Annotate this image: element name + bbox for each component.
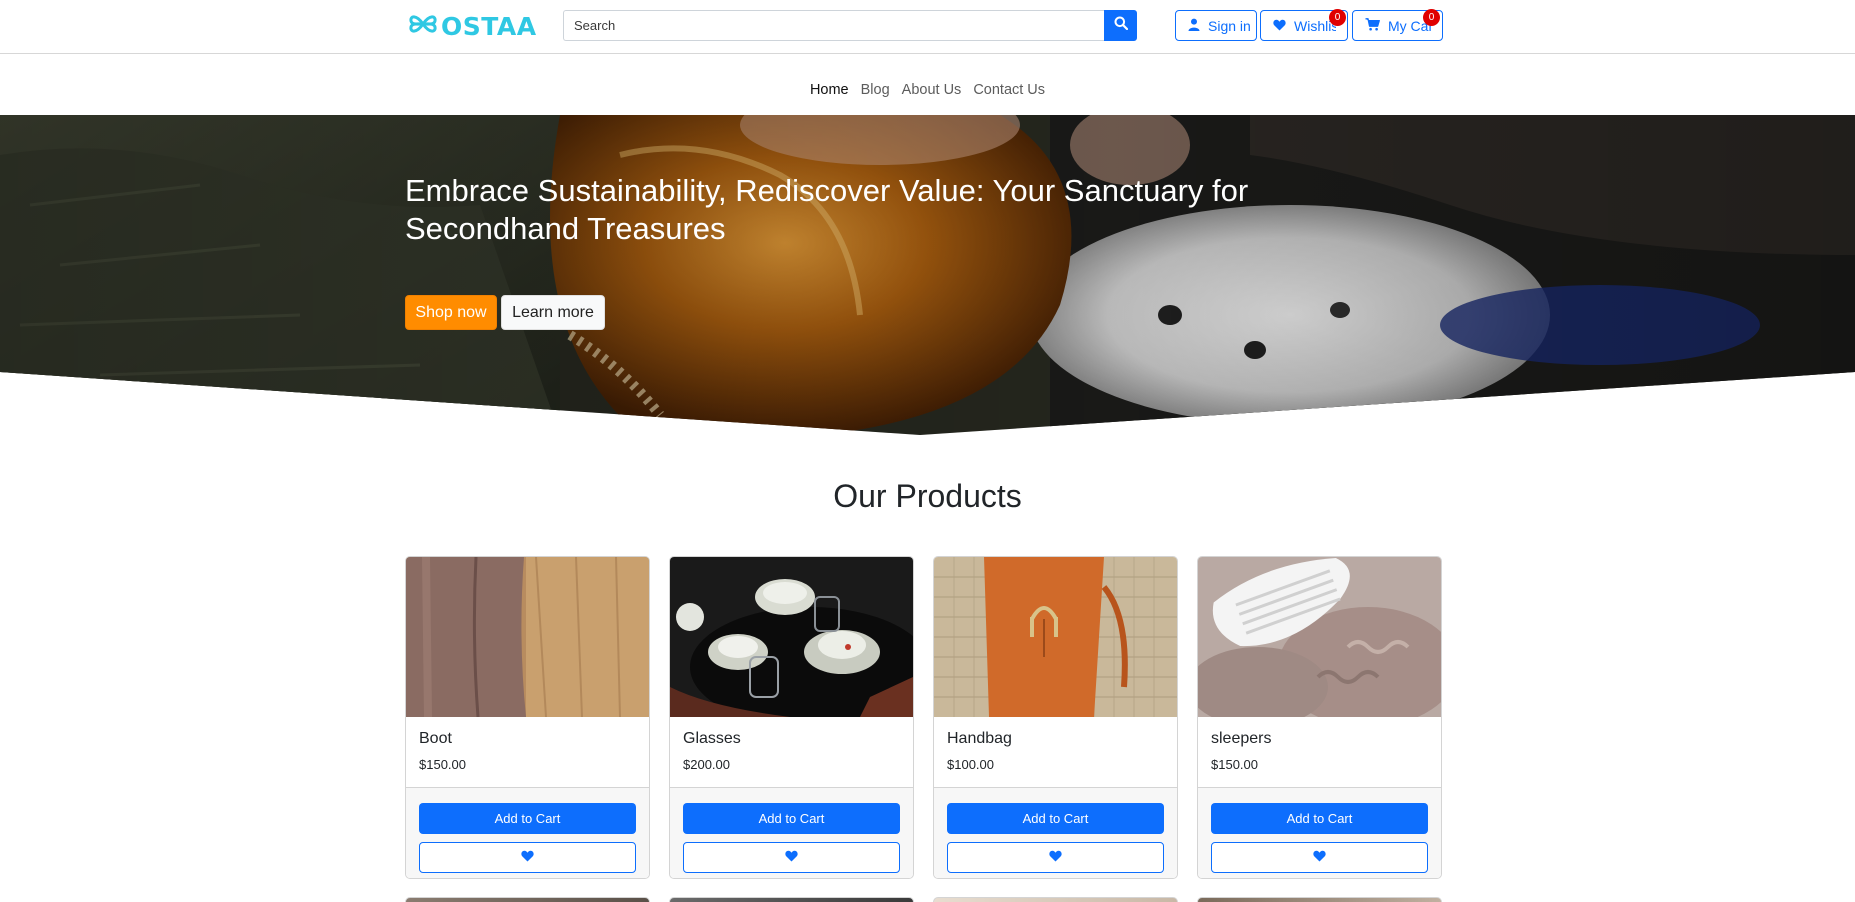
product-image-handbag[interactable]	[934, 557, 1177, 717]
product-image-glasses[interactable]	[670, 557, 913, 717]
sign-in-button[interactable]: Sign in	[1175, 10, 1257, 41]
hero-banner: Embrace Sustainability, Rediscover Value…	[0, 115, 1855, 435]
product-price: $150.00	[419, 757, 466, 772]
product-price: $200.00	[683, 757, 730, 772]
search-input[interactable]	[563, 10, 1104, 41]
product-price: $100.00	[947, 757, 994, 772]
search-button[interactable]	[1104, 10, 1137, 41]
top-header: OSTAA Sign in Wishlist 0 My Cart 0	[0, 0, 1855, 54]
nav-home[interactable]: Home	[804, 80, 855, 100]
add-to-cart-button[interactable]: Add to Cart	[419, 803, 636, 834]
logo-text: OSTAA	[441, 11, 537, 41]
add-to-cart-button[interactable]: Add to Cart	[683, 803, 900, 834]
product-name[interactable]: sleepers	[1211, 730, 1271, 748]
add-to-wishlist-button[interactable]	[947, 842, 1164, 873]
heart-icon	[1049, 849, 1062, 867]
product-card-partial	[933, 897, 1178, 902]
product-card: sleepers $150.00 Add to Cart	[1197, 556, 1442, 879]
heart-icon	[1273, 18, 1286, 34]
add-to-cart-button[interactable]: Add to Cart	[947, 803, 1164, 834]
product-card-partial	[405, 897, 650, 902]
logo-icon	[408, 10, 438, 43]
heart-icon	[1313, 849, 1326, 867]
add-to-wishlist-button[interactable]	[683, 842, 900, 873]
product-name[interactable]: Handbag	[947, 730, 1012, 748]
cart-icon	[1365, 17, 1380, 34]
products-section-title: Our Products	[833, 478, 1022, 514]
user-icon	[1188, 18, 1200, 34]
learn-more-button[interactable]: Learn more	[501, 295, 605, 330]
product-card: Boot $150.00 Add to Cart	[405, 556, 650, 879]
product-image-boot[interactable]	[406, 557, 649, 717]
product-name[interactable]: Boot	[419, 730, 452, 748]
wishlist-button[interactable]: Wishlist 0	[1260, 9, 1348, 41]
add-to-cart-button[interactable]: Add to Cart	[1211, 803, 1428, 834]
product-card: Handbag $100.00 Add to Cart	[933, 556, 1178, 879]
add-to-wishlist-button[interactable]	[419, 842, 636, 873]
product-image-sleepers[interactable]	[1198, 557, 1441, 717]
shop-now-button[interactable]: Shop now	[405, 295, 497, 330]
add-to-wishlist-button[interactable]	[1211, 842, 1428, 873]
product-card: Glasses $200.00 Add to Cart	[669, 556, 914, 879]
hero-background-image	[0, 115, 1855, 435]
cart-count-badge: 0	[1423, 9, 1440, 26]
main-nav: Home Blog About Us Contact Us	[0, 80, 1855, 100]
cart-button[interactable]: My Cart 0	[1352, 9, 1443, 41]
product-name[interactable]: Glasses	[683, 730, 741, 748]
nav-about-us[interactable]: About Us	[896, 80, 968, 100]
nav-blog[interactable]: Blog	[855, 80, 896, 100]
search-bar	[563, 10, 1137, 41]
search-icon	[1114, 16, 1128, 35]
heart-icon	[521, 849, 534, 867]
logo[interactable]: OSTAA	[408, 10, 537, 42]
hero-title: Embrace Sustainability, Rediscover Value…	[405, 173, 1249, 246]
sign-in-label: Sign in	[1208, 17, 1251, 34]
wishlist-count-badge: 0	[1329, 9, 1346, 26]
product-card-partial	[1197, 897, 1442, 902]
product-card-partial	[669, 897, 914, 902]
product-price: $150.00	[1211, 757, 1258, 772]
nav-contact-us[interactable]: Contact Us	[967, 80, 1051, 100]
heart-icon	[785, 849, 798, 867]
